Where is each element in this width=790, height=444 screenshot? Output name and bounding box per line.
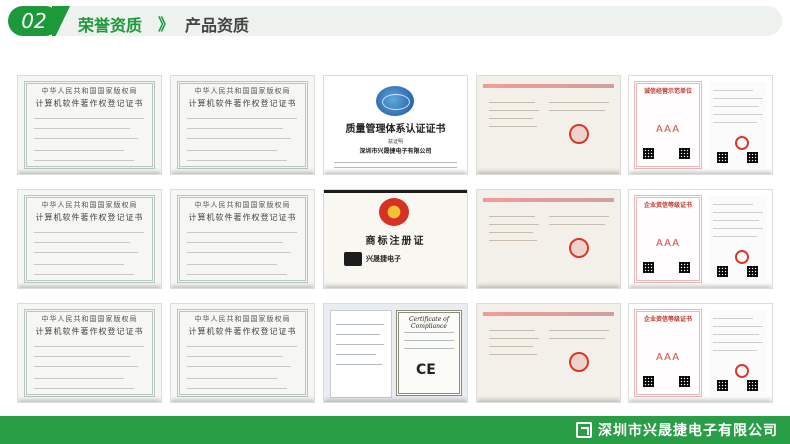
company-logo-icon xyxy=(576,422,592,438)
company-brand: 深圳市兴晟捷电子有限公司 xyxy=(576,421,778,439)
certificate-banner xyxy=(483,198,614,202)
quality-management-certificate[interactable]: 质量管理体系认证证书 兹证明 深圳市兴晟捷电子有限公司 xyxy=(323,75,468,175)
certificate-authority: 中华人民共和国国家版权局 xyxy=(194,315,291,323)
qr-code-icon xyxy=(747,266,758,277)
globe-logo-icon xyxy=(376,86,414,116)
certificate-banner xyxy=(483,312,614,316)
qr-code-icon xyxy=(747,380,758,391)
certificate-authority: 中华人民共和国国家版权局 xyxy=(41,201,138,209)
certificate-title: 计算机软件著作权登记证书 xyxy=(35,327,144,336)
certificate-authority: 中华人民共和国国家版权局 xyxy=(194,87,291,95)
qr-code-icon xyxy=(717,380,728,391)
credit-rating: AAA xyxy=(655,352,681,363)
qr-code-icon xyxy=(643,262,654,273)
certificate-authority: 中华人民共和国国家版权局 xyxy=(41,87,138,95)
brand-logo-icon xyxy=(344,252,362,266)
qr-code-icon xyxy=(679,376,690,387)
landscape-certificate[interactable] xyxy=(476,189,621,289)
software-copyright-certificate[interactable]: 中华人民共和国国家版权局 计算机软件著作权登记证书 xyxy=(17,75,162,175)
qr-code-icon xyxy=(717,266,728,277)
certificate-gallery: 中华人民共和国国家版权局 计算机软件著作权登记证书 中华人民共和国国家版权局 计… xyxy=(0,0,790,410)
certificate-title: 企业资信等级证书 xyxy=(643,316,692,323)
certificate-label: 兹证明 xyxy=(387,139,403,145)
ce-compliance-certificate[interactable]: Certificate of Compliance CE xyxy=(323,303,468,403)
landscape-certificate[interactable] xyxy=(476,75,621,175)
certificate-title: 计算机软件著作权登记证书 xyxy=(188,213,297,222)
qr-code-icon xyxy=(679,262,690,273)
certificate-authority: 中华人民共和国国家版权局 xyxy=(41,315,138,323)
certificate-authority: 中华人民共和国国家版权局 xyxy=(194,201,291,209)
credit-rating: AAA xyxy=(655,238,681,249)
trademark-brand: 兴晟捷电子 xyxy=(366,255,401,263)
certificate-banner xyxy=(483,84,614,88)
qr-code-icon xyxy=(717,152,728,163)
credit-certificate[interactable]: 企业资信等级证书 AAA xyxy=(628,303,773,403)
red-seal-icon xyxy=(569,352,589,372)
certificate-title: 质量管理体系认证证书 xyxy=(345,124,446,135)
national-emblem-icon xyxy=(379,198,409,226)
credit-certificate[interactable]: 诚信经营示范单位 AAA xyxy=(628,75,773,175)
credit-rating: AAA xyxy=(655,124,681,135)
software-copyright-certificate[interactable]: 中华人民共和国国家版权局 计算机软件著作权登记证书 xyxy=(17,189,162,289)
red-seal-icon xyxy=(569,238,589,258)
landscape-certificate[interactable] xyxy=(476,303,621,403)
certificate-title: Certificate of Compliance xyxy=(409,316,449,330)
software-copyright-certificate[interactable]: 中华人民共和国国家版权局 计算机软件著作权登记证书 xyxy=(17,303,162,403)
company-name: 深圳市兴晟捷电子有限公司 xyxy=(598,423,778,439)
software-copyright-certificate[interactable]: 中华人民共和国国家版权局 计算机软件著作权登记证书 xyxy=(170,303,315,403)
certificate-title: 计算机软件著作权登记证书 xyxy=(188,99,297,108)
certificate-title: 计算机软件著作权登记证书 xyxy=(35,213,144,222)
red-seal-icon xyxy=(735,136,749,150)
qr-code-icon xyxy=(679,148,690,159)
red-seal-icon xyxy=(735,250,749,264)
ce-mark: CE xyxy=(416,362,436,378)
certificate-stripe xyxy=(324,190,467,193)
certificate-title: 计算机软件著作权登记证书 xyxy=(35,99,144,108)
red-seal-icon xyxy=(735,364,749,378)
certificate-company: 深圳市兴晟捷电子有限公司 xyxy=(359,148,432,155)
qr-code-icon xyxy=(643,376,654,387)
certificate-title: 计算机软件著作权登记证书 xyxy=(188,327,297,336)
footer-bar: 深圳市兴晟捷电子有限公司 xyxy=(0,416,790,444)
trademark-certificate[interactable]: 商标注册证 兴晟捷电子 xyxy=(323,189,468,289)
certificate-title: 诚信经营示范单位 xyxy=(643,88,692,95)
certificate-title: 商标注册证 xyxy=(365,236,426,247)
credit-certificate[interactable]: 企业资信等级证书 AAA xyxy=(628,189,773,289)
qr-code-icon xyxy=(747,152,758,163)
qr-code-icon xyxy=(643,148,654,159)
certificate-title: 企业资信等级证书 xyxy=(643,202,692,209)
software-copyright-certificate[interactable]: 中华人民共和国国家版权局 计算机软件著作权登记证书 xyxy=(170,75,315,175)
red-seal-icon xyxy=(569,124,589,144)
software-copyright-certificate[interactable]: 中华人民共和国国家版权局 计算机软件著作权登记证书 xyxy=(170,189,315,289)
